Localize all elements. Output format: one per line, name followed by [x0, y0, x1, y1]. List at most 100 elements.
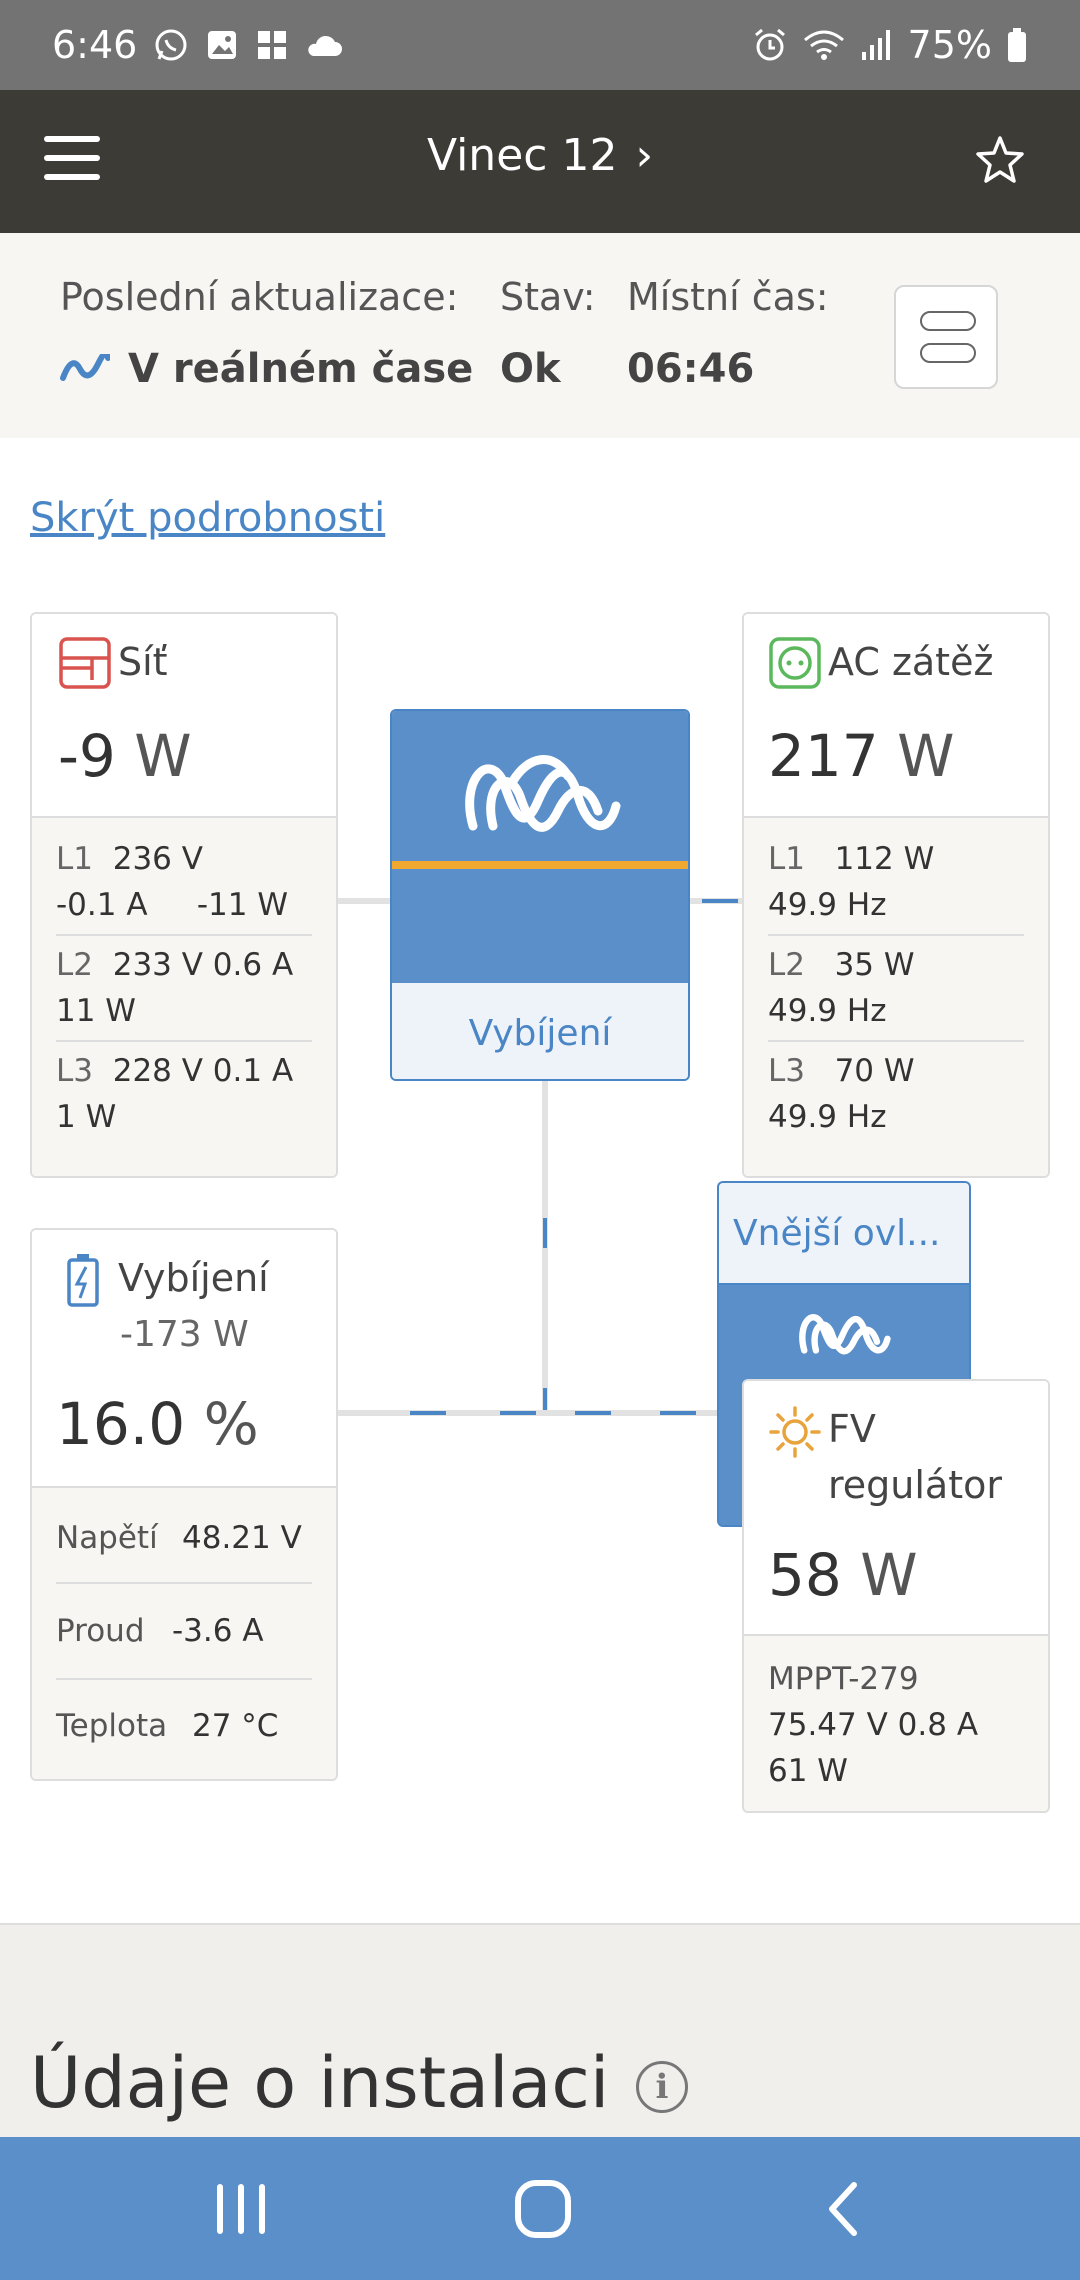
ac-l2-freq: 49.9 Hz	[768, 993, 887, 1029]
pv-voltage-current: 75.47 V 0.8 A	[768, 1707, 979, 1743]
battery-percent: 75%	[907, 23, 992, 67]
divider	[768, 934, 1024, 936]
pv-power: 58 W	[768, 1541, 918, 1609]
info-icon[interactable]: i	[636, 2061, 688, 2113]
battery-charge-icon	[67, 1254, 99, 1307]
hide-details-link[interactable]: Skrýt podrobnosti	[30, 495, 385, 541]
grid-l1-voltage: 236 V	[112, 841, 203, 877]
battery-voltage-row: Napětí 48.21 V	[56, 1494, 312, 1584]
battery-power: -173 W	[120, 1314, 249, 1355]
battery-current-label: Proud	[56, 1613, 145, 1649]
grid-to-inverter-line	[337, 898, 390, 904]
grid-icon	[59, 637, 111, 689]
grid-power-unit: W	[134, 722, 192, 790]
sun-icon	[769, 1406, 821, 1458]
inverter-body	[392, 711, 688, 983]
site-name: Vinec 12	[426, 130, 618, 181]
flow-dash	[543, 1388, 547, 1412]
ac-load-power-value: 217	[768, 722, 879, 790]
battery-card[interactable]: Vybíjení -173 W 16.0 % Napětí 48.21 V Pr…	[30, 1228, 338, 1781]
ac-l3-freq: 49.9 Hz	[768, 1099, 887, 1135]
grid-phase-l1: L1 236 V -0.1 A -11 W	[56, 836, 312, 928]
ac-load-title: AC zátěž	[828, 640, 994, 684]
status-time: 6:46	[52, 23, 138, 67]
flow-dash	[575, 1411, 611, 1415]
pv-title-line1: FV	[828, 1407, 876, 1451]
ac-load-phase-l2: L2 35 W 49.9 Hz	[768, 942, 1024, 1034]
home-icon[interactable]	[508, 2177, 578, 2241]
ac-l2-name: L2	[768, 947, 805, 983]
pv-power-value: 58	[768, 1541, 842, 1609]
battery-temp-label: Teplota	[56, 1708, 168, 1744]
alarm-icon	[752, 27, 788, 63]
last-update-label: Poslední aktualizace:	[60, 275, 459, 319]
pv-title-line2: regulátor	[828, 1463, 1002, 1507]
last-update-value: V reálném čase	[60, 346, 473, 392]
inverter-stripe	[392, 861, 688, 869]
battery-current-value: -3.6 A	[172, 1613, 264, 1649]
ac-load-power-unit: W	[897, 722, 955, 790]
victron-logo-icon	[465, 755, 621, 832]
inverter-to-dc-line	[542, 1081, 548, 1415]
wifi-icon	[802, 28, 846, 62]
grid-l1-power: -11 W	[196, 887, 288, 923]
battery-temp-row: Teplota 27 °C	[56, 1680, 312, 1772]
grid-l1-name: L1	[56, 841, 93, 877]
status-bar: 6:46 75%	[0, 0, 1080, 90]
realtime-wave-icon	[60, 354, 110, 381]
divider	[768, 1040, 1024, 1042]
installation-section: Údaje o instalaci i	[0, 1923, 1080, 2137]
ac-l3-power: 70 W	[834, 1053, 915, 1089]
system-navigation-bar	[0, 2137, 1080, 2280]
favorite-star-icon[interactable]	[972, 132, 1028, 188]
layout-toggle-button[interactable]	[894, 285, 998, 389]
pv-output-power: 61 W	[768, 1753, 848, 1789]
whatsapp-icon	[153, 27, 189, 63]
back-icon[interactable]	[810, 2177, 880, 2241]
grid-l1-current: -0.1 A	[56, 887, 148, 923]
pv-charger-card[interactable]: FV regulátor 58 W MPPT-279 75.47 V 0.8 A…	[742, 1379, 1050, 1813]
ac-load-phase-l3: L3 70 W 49.9 Hz	[768, 1048, 1024, 1140]
pv-device-name: MPPT-279	[768, 1661, 919, 1697]
grid-l3-name: L3	[56, 1053, 93, 1089]
divider	[56, 934, 312, 936]
grid-phase-l2: L2 233 V 0.6 A 11 W	[56, 942, 312, 1034]
grid-l3-power: 1 W	[56, 1099, 117, 1135]
app-header: Vinec 12 ›	[0, 90, 1080, 233]
ac-load-power: 217 W	[768, 722, 955, 790]
chevron-right-icon: ›	[635, 130, 654, 181]
local-time-label: Místní čas:	[627, 275, 829, 319]
inverter-state: Vybíjení	[392, 983, 688, 1079]
grid-card[interactable]: Síť -9 W L1 236 V -0.1 A -11 W L2 233 V …	[30, 612, 338, 1178]
battery-icon	[1006, 27, 1028, 63]
state-value: Ok	[500, 346, 561, 392]
grid-l2-values: 233 V 0.6 A	[112, 947, 294, 983]
external-control-label: Vnější ovl...	[719, 1183, 969, 1285]
grid-title: Síť	[118, 640, 168, 684]
battery-voltage-label: Napětí	[56, 1520, 158, 1556]
state-label: Stav:	[500, 275, 596, 319]
ac-l2-power: 35 W	[834, 947, 915, 983]
flow-dash	[500, 1411, 536, 1415]
victron-logo-icon	[799, 1314, 891, 1355]
battery-current-row: Proud -3.6 A	[56, 1584, 312, 1680]
flow-dash	[702, 899, 738, 903]
flow-dash	[543, 1218, 547, 1248]
battery-soc-value: 16.0	[56, 1390, 186, 1458]
ac-l1-freq: 49.9 Hz	[768, 887, 887, 923]
flow-dash	[660, 1411, 696, 1415]
inverter-card[interactable]: Vybíjení	[390, 709, 690, 1081]
battery-soc-unit: %	[203, 1390, 259, 1458]
ac-l1-power: 112 W	[834, 841, 935, 877]
last-update-text: V reálném čase	[128, 346, 474, 392]
ac-l3-name: L3	[768, 1053, 805, 1089]
grid-l2-power: 11 W	[56, 993, 136, 1029]
installation-title: Údaje o instalaci	[30, 2042, 610, 2124]
ac-load-card[interactable]: AC zátěž 217 W L1 112 W 49.9 Hz L2 35 W …	[742, 612, 1050, 1178]
site-title[interactable]: Vinec 12 ›	[0, 130, 1080, 181]
recent-apps-icon[interactable]	[206, 2177, 276, 2241]
status-info-bar: Poslední aktualizace: V reálném čase Sta…	[0, 233, 1080, 438]
grid-power-value: -9	[58, 722, 116, 790]
flow-dash	[410, 1411, 446, 1415]
battery-temp-value: 27 °C	[192, 1708, 279, 1744]
